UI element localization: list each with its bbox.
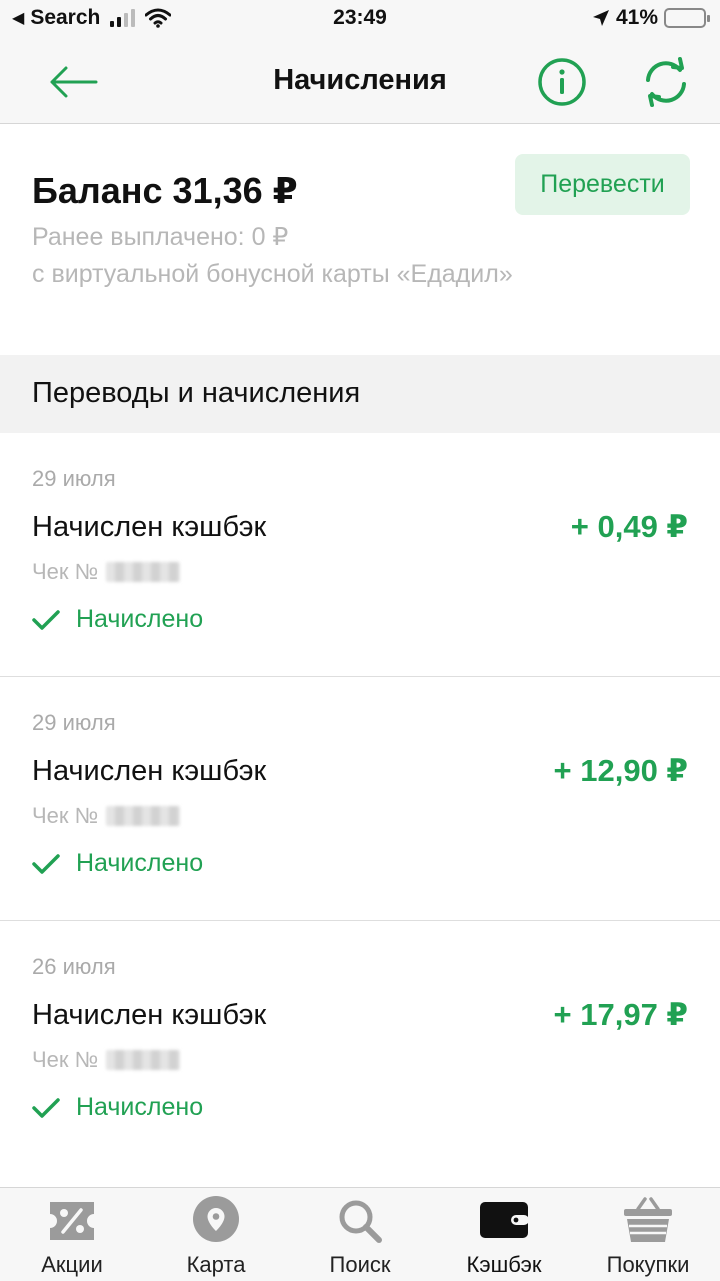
checkmark-icon [32,853,60,874]
transaction-date: 29 июля [32,710,116,735]
tab-label: Поиск [329,1252,391,1277]
tab-label: Карта [186,1252,246,1277]
transaction-title: Начислен кэшбэк [32,511,267,543]
tab-map[interactable]: Карта [144,1188,288,1281]
paid-source-text: с виртуальной бонусной карты «Едадил» [32,260,513,288]
transaction-date: 26 июля [32,954,116,979]
redacted-check-number [106,1050,181,1070]
status-right: 41% [592,6,710,30]
search-icon [339,1200,382,1243]
checkmark-icon [32,1097,60,1118]
redacted-check-number [106,562,181,582]
transaction-status: Начислено [32,849,203,878]
transaction-item[interactable]: 29 июля Начислен кэшбэк + 12,90 ₽ Чек № … [0,677,720,921]
transaction-status: Начислено [32,605,203,634]
balance-title: Баланс 31,36 ₽ [32,170,298,211]
navigation-bar: Начисления [0,40,720,124]
status-label: Начислено [76,1093,204,1121]
previously-paid-text: Ранее выплачено: 0 ₽ [32,223,289,251]
transaction-amount: + 0,49 ₽ [570,509,688,544]
wallet-icon [480,1202,529,1238]
basket-icon [624,1197,672,1242]
battery-icon [664,8,710,28]
tab-label: Покупки [606,1252,690,1277]
section-header: Переводы и начисления [0,355,720,433]
checkmark-icon [32,609,60,630]
tab-cashback[interactable]: Кэшбэк [432,1188,576,1281]
section-title: Переводы и начисления [32,377,361,409]
transaction-date: 29 июля [32,466,116,491]
transaction-title: Начислен кэшбэк [32,999,267,1031]
transaction-check: Чек № [32,803,181,829]
tab-purchases[interactable]: Покупки [576,1188,720,1281]
transaction-amount: + 12,90 ₽ [553,753,688,788]
transaction-item[interactable]: 26 июля Начислен кэшбэк + 17,97 ₽ Чек № … [0,921,720,1165]
page-title: Начисления [273,64,447,96]
transaction-status: Начислено [32,1093,203,1122]
info-icon[interactable] [536,56,588,108]
check-label: Чек № [32,1047,99,1072]
location-arrow-icon [592,10,609,26]
tab-bar: Акции Карта Поиск Кэшбэк Покупки [0,1187,720,1281]
status-bar: ◀ Search 23:49 41% [0,0,720,40]
redacted-check-number [106,806,181,826]
tab-label: Кэшбэк [466,1252,542,1277]
tab-promotions[interactable]: Акции [0,1188,144,1281]
status-label: Начислено [76,849,204,877]
percent-ticket-icon [50,1202,94,1240]
tab-label: Акции [41,1252,103,1277]
status-label: Начислено [76,605,204,633]
transaction-check: Чек № [32,1047,181,1073]
transaction-title: Начислен кэшбэк [32,755,267,787]
map-pin-icon [193,1196,239,1242]
tab-search[interactable]: Поиск [288,1188,432,1281]
transaction-check: Чек № [32,559,181,585]
battery-percent: 41% [615,6,658,29]
transaction-item[interactable]: 29 июля Начислен кэшбэк + 0,49 ₽ Чек № Н… [0,433,720,677]
transfer-button[interactable]: Перевести [515,154,690,215]
refresh-icon[interactable] [640,56,692,108]
check-label: Чек № [32,559,99,584]
transaction-amount: + 17,97 ₽ [553,997,688,1032]
check-label: Чек № [32,803,99,828]
